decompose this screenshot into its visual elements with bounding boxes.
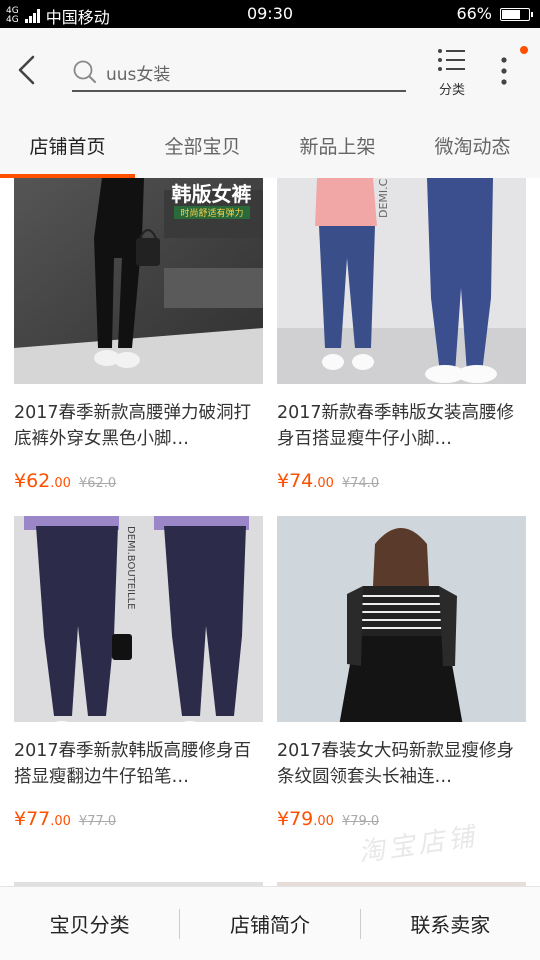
product-image: DEMI.CIAVEL — [277, 178, 526, 384]
product-title[interactable]: 2017春装女大码新款显瘦修身条纹圆领套头长袖连… — [277, 738, 526, 790]
product-image: 韩版女裤 时尚舒适有弹力 — [14, 178, 263, 384]
item-categories-button[interactable]: 宝贝分类 — [0, 909, 179, 938]
brand-label: DEMI.BOUTEILLE — [125, 526, 136, 610]
chevron-left-icon — [18, 55, 35, 85]
tab-weitao-feed[interactable]: 微淘动态 — [405, 110, 540, 178]
tab-new-arrivals[interactable]: 新品上架 — [270, 110, 405, 178]
current-price: ¥74.00 — [277, 470, 334, 492]
product-image — [277, 516, 526, 722]
tab-all-items[interactable]: 全部宝贝 — [135, 110, 270, 178]
search-icon — [73, 60, 96, 83]
shop-tabs: 店铺首页 全部宝贝 新品上架 微淘动态 — [0, 110, 540, 178]
price-row: ¥62.00 ¥62.0 — [14, 470, 263, 492]
product-card[interactable]: 韩版女裤 时尚舒适有弹力 2017春季新款高腰弹力破洞打底裤外穿女黑色小脚… ¥… — [14, 178, 263, 492]
price-row: ¥74.00 ¥74.0 — [277, 470, 526, 492]
search-placeholder: uus女装 — [106, 64, 171, 85]
banner-title: 韩版女裤 — [171, 182, 252, 206]
current-price: ¥62.00 — [14, 470, 71, 492]
shop-header: uus女装 分类 — [0, 28, 540, 110]
product-grid: 韩版女裤 时尚舒适有弹力 2017春季新款高腰弹力破洞打底裤外穿女黑色小脚… ¥… — [0, 178, 540, 886]
current-price: ¥79.00 — [277, 808, 334, 830]
tab-shop-home[interactable]: 店铺首页 — [0, 110, 135, 178]
brand-label: DEMI.CIAVEL — [377, 178, 390, 218]
list-icon — [438, 49, 465, 71]
battery-icon — [500, 8, 533, 21]
status-bar: 4G 4G 中国移动 09:30 66% — [0, 0, 540, 28]
product-title[interactable]: 2017新款春季韩版女装高腰修身百搭显瘦牛仔小脚… — [277, 400, 526, 452]
product-title[interactable]: 2017春季新款高腰弹力破洞打底裤外穿女黑色小脚… — [14, 400, 263, 452]
original-price: ¥62.0 — [78, 476, 117, 491]
original-price: ¥77.0 — [78, 814, 117, 829]
search-input[interactable]: uus女装 — [72, 54, 406, 92]
notification-badge — [520, 46, 528, 54]
contact-seller-button[interactable]: 联系卖家 — [361, 909, 540, 938]
category-button[interactable]: 分类 — [430, 48, 474, 98]
more-menu-button[interactable] — [496, 56, 512, 86]
product-image: DEMI.BOUTEILLE — [14, 516, 263, 722]
product-title[interactable]: 2017春季新款韩版高腰修身百搭显瘦翻边牛仔铅笔… — [14, 738, 263, 790]
bottom-nav: 宝贝分类 店铺简介 联系卖家 — [0, 886, 540, 960]
back-button[interactable] — [14, 54, 40, 86]
product-card[interactable]: DEMI.BOUTEILLE 2017春季新款韩版高腰修身百搭显瘦翻边牛仔铅笔…… — [14, 516, 263, 830]
product-card[interactable]: DEMI.CIAVEL 2017新款春季韩版女装高腰修身百搭显瘦牛仔小脚… ¥7… — [277, 178, 526, 492]
product-card[interactable]: 2017春装女大码新款显瘦修身条纹圆领套头长袖连… ¥79.00 ¥79.0 — [277, 516, 526, 830]
original-price: ¥74.0 — [341, 476, 380, 491]
banner-subtitle: 时尚舒适有弹力 — [174, 206, 250, 219]
shop-intro-button[interactable]: 店铺简介 — [180, 909, 359, 938]
price-row: ¥77.00 ¥77.0 — [14, 808, 263, 830]
battery-percent: 66% — [456, 4, 492, 23]
original-price: ¥79.0 — [341, 814, 380, 829]
current-price: ¥77.00 — [14, 808, 71, 830]
more-vertical-icon — [501, 57, 507, 85]
category-label: 分类 — [438, 83, 465, 98]
